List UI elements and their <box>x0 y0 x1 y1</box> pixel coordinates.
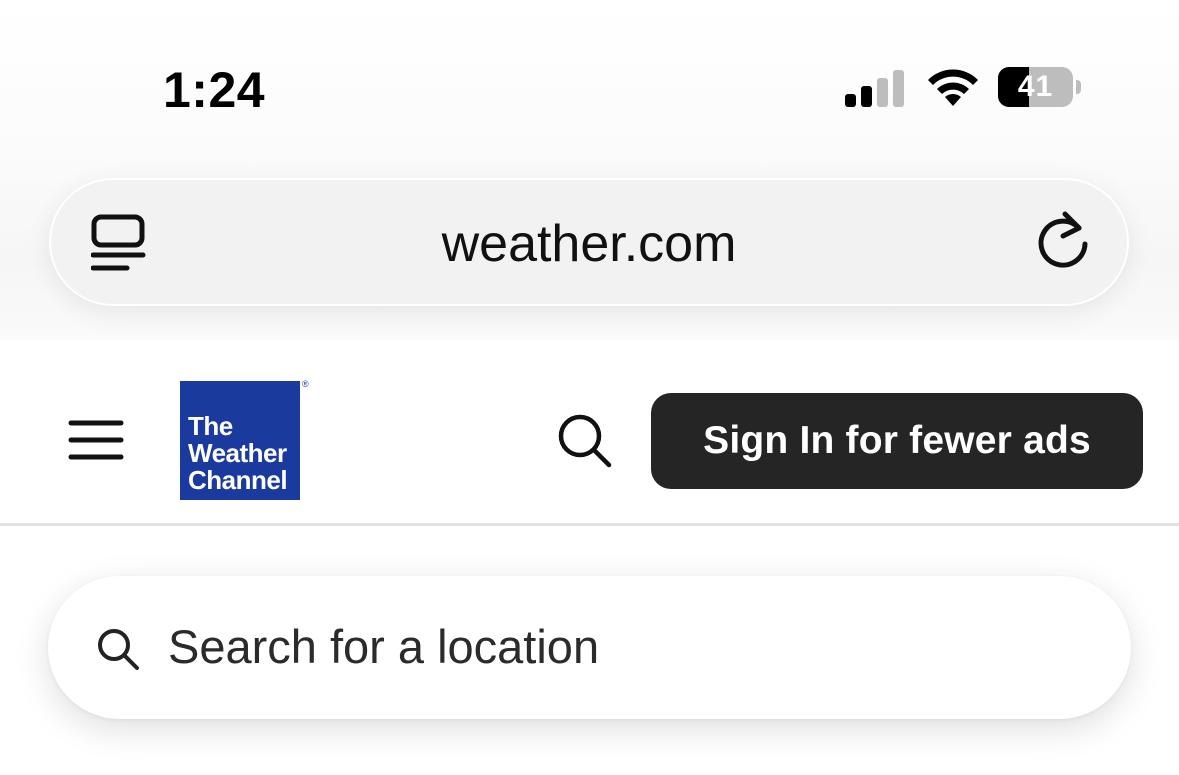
signal-icon <box>845 70 904 107</box>
page: 1:24 41 weather.com ® The Weather Channe… <box>0 0 1179 775</box>
address-bar[interactable]: weather.com <box>49 178 1129 306</box>
logo-line-3: Channel <box>188 465 288 495</box>
logo-line-1: The <box>188 411 233 441</box>
battery-level: 41 <box>1017 70 1054 103</box>
logo-line-2: Weather <box>188 438 287 468</box>
location-search-icon <box>98 629 139 670</box>
url-text[interactable]: weather.com <box>51 214 1127 274</box>
sign-in-button[interactable]: Sign In for fewer ads <box>651 393 1143 489</box>
battery-body: 41 <box>998 67 1073 107</box>
status-time: 1:24 <box>163 62 266 118</box>
battery-icon: 41 <box>998 67 1082 109</box>
location-search-box[interactable] <box>48 576 1131 719</box>
location-search-input[interactable] <box>168 606 1068 686</box>
hamburger-menu-icon[interactable] <box>68 418 124 462</box>
search-icon[interactable] <box>557 413 613 469</box>
weather-channel-logo[interactable]: ® The Weather Channel <box>180 379 309 500</box>
site-header: ® The Weather Channel Sign In for fewer … <box>0 340 1179 526</box>
battery-cap <box>1076 80 1081 94</box>
wifi-icon <box>928 69 978 106</box>
registered-mark: ® <box>302 379 309 389</box>
reload-icon[interactable] <box>1035 208 1095 272</box>
browser-chrome: 1:24 41 weather.com <box>0 0 1179 340</box>
